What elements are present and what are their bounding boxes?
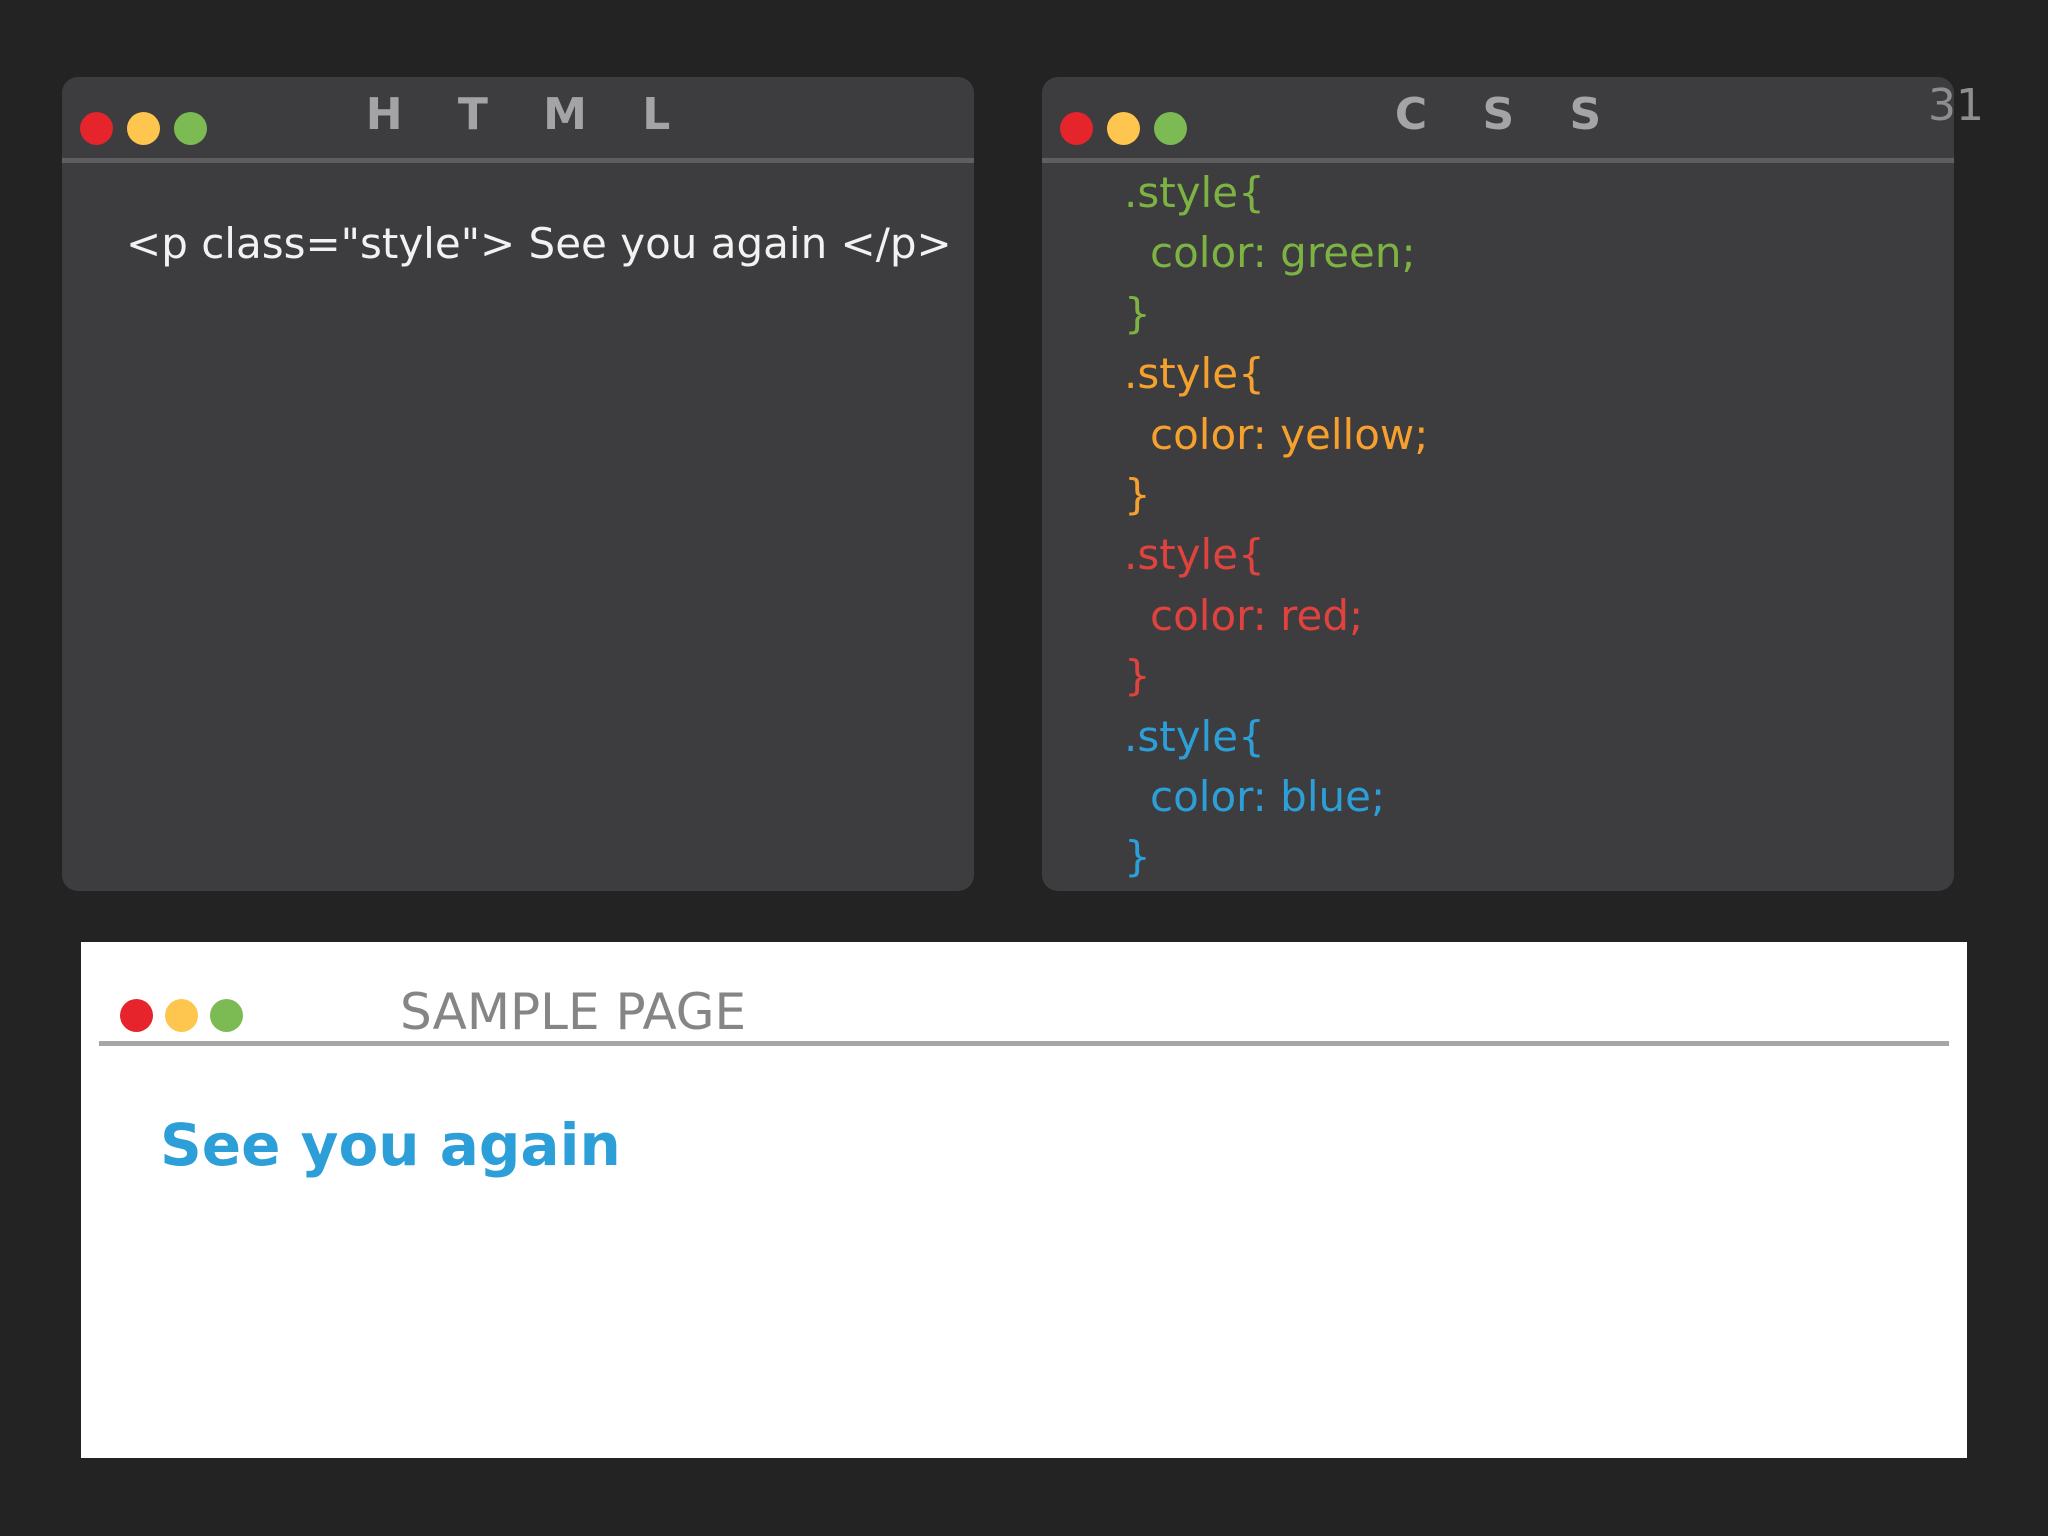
css-editor-window: C S S .style{ color: green;} .style{ color:… [1042,77,1954,891]
css-rule-selector: .style{ [1124,168,1265,217]
css-editor-title: C S S [1394,89,1622,140]
css-rule-close-brace: } [1124,832,1151,882]
css-rule-close-brace: } [1124,288,1151,338]
html-editor-titlebar: H T M L [62,77,974,163]
browser-page-title: SAMPLE PAGE [400,983,747,1041]
css-rule-declaration: color: red; [1150,590,1364,640]
rendered-paragraph: See you again [160,1111,621,1179]
css-rule-declaration: color: green; [1150,228,1416,278]
browser-window: SAMPLE PAGE See you again [81,942,1967,1458]
css-rule-close-brace: } [1124,651,1151,701]
minimize-button[interactable] [165,999,198,1032]
css-rule-selector: .style{ [1124,711,1265,761]
css-rule-close-brace: } [1124,469,1151,519]
html-editor-window: H T M L <p class="style"> See you again … [62,77,974,891]
maximize-button[interactable] [210,999,243,1032]
css-rule-declaration: color: yellow; [1150,409,1429,459]
window-controls [120,999,243,1032]
html-code-line: <p class="style"> See you again </p> [126,219,952,268]
slide: H T M L <p class="style"> See you again … [0,0,2048,1536]
html-editor-title: H T M L [365,89,691,140]
close-button[interactable] [120,999,153,1032]
slide-number: 31 [1928,80,1984,131]
css-rule-selector: .style{ [1124,349,1265,399]
css-editor-titlebar: C S S [1042,77,1954,163]
css-rule-declaration: color: blue; [1150,771,1386,821]
browser-titlebar: SAMPLE PAGE [99,942,1949,1046]
css-code-block: .style{ color: green;} .style{ color: yello… [1124,163,1428,888]
css-rule-selector: .style{ [1124,530,1265,580]
